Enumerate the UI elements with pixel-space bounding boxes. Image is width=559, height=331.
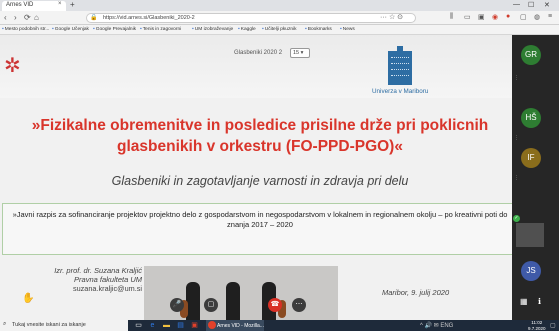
participant-avatar[interactable]: JS	[521, 261, 541, 281]
meeting-stage: ✲ Glasbeniki 2020 2 15 ▾ Univerza v Mari…	[0, 35, 559, 320]
page-actions-icon[interactable]: ··· ☆ ⊙	[380, 13, 403, 21]
menu-icon[interactable]: ≡	[548, 13, 552, 20]
store-icon[interactable]: ▤	[176, 321, 185, 330]
bookmark-item[interactable]: Google Učenjak	[52, 26, 89, 32]
university-logo: Univerza v Mariboru	[372, 46, 429, 97]
addon-o-icon[interactable]: ●	[506, 13, 510, 20]
bookmark-item[interactable]: News	[340, 26, 355, 32]
taskbar-search[interactable]: Tukaj vnesite iskani za iskanje	[0, 320, 128, 331]
browser-tab[interactable]: Arnes VID	[2, 1, 66, 11]
hangup-icon[interactable]: ☎	[268, 298, 282, 312]
grid-icon[interactable]: ▦	[520, 297, 528, 306]
author-email: suzana.kraljic@um.si	[72, 284, 142, 293]
slide-counter: Glasbeniki 2020 2	[234, 50, 283, 56]
notifications-icon[interactable]: ▢	[550, 322, 556, 329]
author-name: Izr. prof. dr. Suzana Kraljić	[54, 266, 142, 275]
participant-avatar[interactable]: GR	[521, 45, 541, 65]
page-selector[interactable]: 15 ▾	[290, 48, 310, 58]
address-bar: ‹ › ⟳ ⌂ https://vid.arnes.si/Glasbeniki_…	[0, 11, 559, 25]
tab-strip: Arnes VID × + — ☐ ✕	[0, 0, 559, 11]
bookmark-item[interactable]: UM izobraževanje	[192, 26, 233, 32]
maximize-button[interactable]: ☐	[528, 1, 534, 9]
tab-close-icon[interactable]: ×	[58, 1, 62, 7]
call-box: »Javni razpis za sofinanciranje projekto…	[2, 203, 512, 255]
mic-icon[interactable]: 🎤	[170, 298, 184, 312]
system-tray[interactable]: ^ 🔊 ✉ ENG	[420, 322, 453, 329]
bookmark-item[interactable]: Tenis in zagovorni	[140, 26, 181, 32]
close-window-button[interactable]: ✕	[544, 1, 550, 9]
date-block: Maribor, 9. julij 2020	[340, 266, 506, 320]
taskbar-firefox-task[interactable]: Arnes VID - Mozilla...	[206, 320, 264, 331]
author-affiliation: Pravna fakulteta UM	[74, 275, 142, 284]
bookmark-item[interactable]: Bookmarks	[305, 26, 332, 32]
lock-icon: 🔒	[90, 15, 98, 21]
participant-menu-icon[interactable]: ⋮	[514, 75, 519, 81]
call-text: »Javni razpis za sofinanciranje projekto…	[12, 210, 508, 229]
edge-icon[interactable]: e	[148, 321, 157, 330]
library-icon[interactable]: ⫼	[450, 13, 453, 21]
active-check-icon: ✓	[513, 215, 520, 222]
reload-icon[interactable]: ⟳	[24, 13, 31, 22]
sidebar-icon[interactable]: ▭	[464, 13, 471, 21]
back-icon[interactable]: ‹	[4, 13, 7, 22]
forward-icon[interactable]: ›	[14, 13, 17, 22]
slide-date: Maribor, 9. julij 2020	[382, 288, 450, 297]
slide-header	[0, 35, 512, 98]
url-field[interactable]: https://vid.arnes.si/Glasbeniki_2020-2	[86, 13, 416, 23]
minimize-button[interactable]: —	[513, 1, 520, 8]
call-controls: 🎤 ▢ ☎ ⋯	[170, 298, 320, 312]
decorative-star-icon: ✲	[4, 55, 21, 77]
participant-avatar[interactable]: IF	[521, 148, 541, 168]
participant-menu-icon[interactable]: ⋮	[514, 135, 519, 141]
task-view-icon[interactable]: ▭	[134, 321, 143, 330]
bookmark-item[interactable]: Mesto podobnih str...	[2, 26, 50, 32]
clock[interactable]: 11:02 9.7.2020	[528, 320, 546, 331]
logo-building-icon	[388, 46, 412, 85]
presentation-slide: ✲ Glasbeniki 2020 2 15 ▾ Univerza v Mari…	[0, 35, 512, 320]
bookmarks-bar: Mesto podobnih str... Google Učenjak Goo…	[0, 25, 559, 35]
extension-icon[interactable]: ▣	[478, 13, 485, 21]
info-icon[interactable]: ℹ	[538, 297, 541, 306]
slide-title: »Fizikalne obremenitve in posledice pris…	[31, 117, 489, 155]
slide-subtitle: Glasbeniki in zagotavljanje varnosti in …	[111, 174, 409, 188]
participant-avatar[interactable]: HŠ	[521, 108, 541, 128]
participant-menu-icon[interactable]: ⋮	[514, 175, 519, 181]
file-explorer-icon[interactable]: ▬	[162, 321, 171, 330]
new-tab-button[interactable]: +	[70, 0, 75, 9]
camera-icon[interactable]: ▢	[204, 298, 218, 312]
bookmark-item[interactable]: Kaggle	[238, 26, 256, 32]
participant-video[interactable]	[516, 223, 544, 247]
bookmark-item[interactable]: Učitelji pkuznik	[262, 26, 297, 32]
addon-red-icon[interactable]: ◉	[492, 13, 498, 21]
bookmark-item[interactable]: Google Prevajalnik	[93, 26, 136, 32]
raise-hand-icon[interactable]: ✋	[22, 293, 34, 304]
firefox-icon	[208, 321, 216, 329]
taskbar: Tukaj vnesite iskani za iskanje ⌕ ▭ e ▬ …	[0, 320, 559, 331]
home-icon[interactable]: ⌂	[34, 13, 39, 22]
office-icon[interactable]: ▣	[190, 321, 199, 330]
search-icon: ⌕	[3, 321, 7, 327]
more-icon[interactable]: ⋯	[292, 298, 306, 312]
logo-text: Univerza v Mariboru	[372, 88, 429, 95]
addon-box-icon[interactable]: ▢	[520, 13, 527, 21]
account-icon[interactable]: ◍	[534, 13, 540, 21]
